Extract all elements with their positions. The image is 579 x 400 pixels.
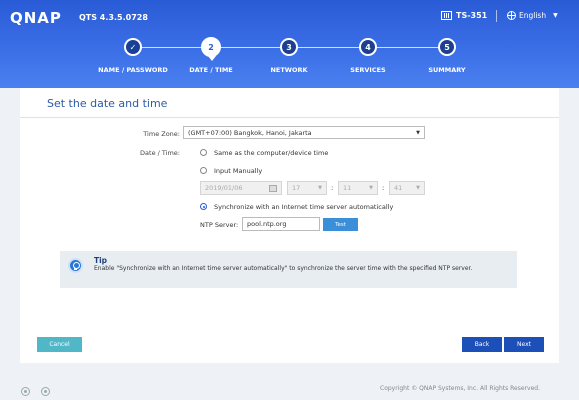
chevron-down-icon: ▼ bbox=[318, 185, 322, 191]
tip-text: Enable "Synchronize with an Internet tim… bbox=[94, 265, 473, 272]
radio-input-manually[interactable] bbox=[200, 167, 207, 174]
test-button[interactable]: Test bbox=[323, 218, 358, 231]
chevron-down-icon: ▼ bbox=[553, 12, 558, 19]
hour-select[interactable]: 17 ▼ bbox=[287, 181, 327, 195]
ntp-server-label: NTP Server: bbox=[200, 221, 239, 229]
hour-value: 17 bbox=[292, 184, 301, 192]
chevron-down-icon: ▼ bbox=[416, 185, 420, 191]
globe-icon bbox=[507, 11, 516, 20]
time-colon: : bbox=[331, 184, 334, 192]
ntp-server-input[interactable]: pool.ntp.org bbox=[242, 217, 320, 231]
second-value: 41 bbox=[394, 184, 403, 192]
qnap-logo: QNAP bbox=[10, 9, 62, 27]
cancel-button[interactable]: Cancel bbox=[37, 337, 82, 352]
settings-icon[interactable] bbox=[21, 387, 30, 396]
date-value: 2019/01/06 bbox=[205, 184, 243, 192]
next-button[interactable]: Next bbox=[504, 337, 544, 352]
time-colon: : bbox=[382, 184, 385, 192]
timezone-label: Time Zone: bbox=[143, 130, 180, 138]
page-title: Set the date and time bbox=[47, 97, 168, 110]
datetime-label: Date / Time: bbox=[140, 149, 180, 157]
back-button[interactable]: Back bbox=[462, 337, 502, 352]
step-4-indicator: 4 bbox=[359, 38, 377, 56]
wizard-panel: Set the date and time Time Zone: (GMT+07… bbox=[20, 88, 559, 363]
chevron-down-icon: ▼ bbox=[416, 129, 420, 136]
radio-sync-label: Synchronize with an Internet time server… bbox=[214, 203, 394, 211]
date-input[interactable]: 2019/01/06 bbox=[200, 181, 282, 195]
radio-manual-label: Input Manually bbox=[214, 167, 263, 175]
tip-box: Tip Enable "Synchronize with an Internet… bbox=[60, 251, 517, 288]
minute-select[interactable]: 11 ▼ bbox=[338, 181, 378, 195]
timezone-value: (GMT+07:00) Bangkok, Hanoi, Jakarta bbox=[188, 128, 312, 137]
step-2-indicator: 2 bbox=[201, 37, 221, 57]
refresh-icon[interactable] bbox=[41, 387, 50, 396]
step-5-indicator: 5 bbox=[438, 38, 456, 56]
second-select[interactable]: 41 ▼ bbox=[389, 181, 425, 195]
tip-title: Tip bbox=[94, 256, 108, 265]
language-selector[interactable]: English ▼ bbox=[507, 11, 558, 20]
top-bar: QNAP QTS 4.3.5.0728 TS-351 English ▼ ✓ 2… bbox=[0, 0, 579, 88]
step-5-label: SUMMARY bbox=[428, 66, 466, 74]
device-info: TS-351 bbox=[441, 11, 487, 20]
copyright-text: Copyright © QNAP Systems, Inc. All Right… bbox=[380, 385, 540, 392]
language-label: English bbox=[519, 11, 547, 20]
calendar-icon bbox=[269, 184, 277, 192]
device-name: TS-351 bbox=[456, 11, 488, 20]
active-step-pointer bbox=[208, 56, 216, 61]
radio-same-as-computer[interactable] bbox=[200, 149, 207, 156]
step-1-indicator: ✓ bbox=[124, 38, 142, 56]
radio-sync-internet[interactable] bbox=[200, 203, 207, 210]
step-3-indicator: 3 bbox=[280, 38, 298, 56]
minute-value: 11 bbox=[343, 184, 352, 192]
header-separator bbox=[496, 10, 497, 22]
timezone-select[interactable]: (GMT+07:00) Bangkok, Hanoi, Jakarta ▼ bbox=[183, 126, 425, 139]
lightbulb-icon bbox=[68, 258, 83, 273]
version-label: QTS 4.3.5.0728 bbox=[79, 13, 148, 22]
radio-same-label: Same as the computer/device time bbox=[214, 149, 329, 157]
nas-device-icon bbox=[441, 11, 452, 20]
title-divider bbox=[20, 117, 559, 118]
chevron-down-icon: ▼ bbox=[369, 185, 373, 191]
